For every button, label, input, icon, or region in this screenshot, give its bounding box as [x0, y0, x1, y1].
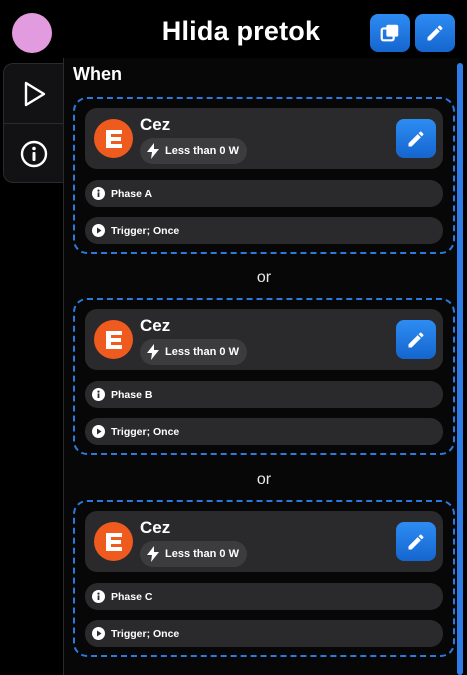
- play-icon: [92, 224, 105, 237]
- lightning-icon: [147, 344, 159, 360]
- condition-chip: Less than 0 W: [140, 541, 247, 567]
- lightning-icon: [147, 143, 159, 159]
- page-title: Hlida pretok: [161, 16, 321, 46]
- phase-label: Phase A: [111, 187, 153, 200]
- device-name: Cez: [140, 115, 171, 134]
- condition-text: Less than 0 W: [165, 548, 239, 560]
- pencil-icon: [408, 130, 424, 146]
- info-button[interactable]: [4, 123, 63, 183]
- or-separator: or: [256, 269, 272, 286]
- scrollbar-thumb[interactable]: [457, 63, 463, 675]
- condition-chip: Less than 0 W: [140, 138, 247, 164]
- trigger-label: Trigger; Once: [111, 224, 180, 237]
- edit-button[interactable]: [415, 14, 455, 52]
- avatar[interactable]: [12, 13, 52, 53]
- device-edit-button[interactable]: [396, 320, 436, 359]
- condition-chip: Less than 0 W: [140, 339, 247, 365]
- play-icon: [92, 425, 105, 438]
- info-icon: [92, 187, 105, 200]
- phase-row[interactable]: Phase C: [85, 583, 443, 610]
- lightning-icon: [147, 546, 159, 562]
- device-name: Cez: [140, 316, 171, 335]
- run-button[interactable]: [4, 64, 63, 123]
- info-icon: [92, 388, 105, 401]
- phase-label: Phase B: [111, 388, 153, 401]
- duplicate-icon: [380, 24, 399, 42]
- info-circle-icon: [20, 140, 47, 167]
- trigger-label: Trigger; Once: [111, 425, 180, 438]
- info-icon: [92, 590, 105, 603]
- condition-text: Less than 0 W: [165, 346, 239, 358]
- condition-group: Cez Less than 0 W Phase C Trigger; Once: [73, 500, 455, 657]
- trigger-row[interactable]: Trigger; Once: [85, 217, 443, 244]
- play-icon: [92, 627, 105, 640]
- cez-logo-icon: [94, 320, 133, 359]
- trigger-row[interactable]: Trigger; Once: [85, 418, 443, 445]
- play-outline-icon: [24, 81, 45, 106]
- condition-group: Cez Less than 0 W Phase A Trigger; Once: [73, 97, 455, 254]
- device-edit-button[interactable]: [396, 119, 436, 158]
- trigger-row[interactable]: Trigger; Once: [85, 620, 443, 647]
- section-title: When: [73, 64, 122, 84]
- duplicate-button[interactable]: [370, 14, 410, 52]
- device-card[interactable]: Cez Less than 0 W: [85, 309, 443, 370]
- device-card[interactable]: Cez Less than 0 W: [85, 511, 443, 572]
- condition-group: Cez Less than 0 W Phase B Trigger; Once: [73, 298, 455, 455]
- phase-row[interactable]: Phase A: [85, 180, 443, 207]
- pencil-icon: [408, 331, 424, 347]
- phase-row[interactable]: Phase B: [85, 381, 443, 408]
- trigger-label: Trigger; Once: [111, 627, 180, 640]
- condition-text: Less than 0 W: [165, 145, 239, 157]
- pencil-icon: [427, 25, 443, 41]
- device-card[interactable]: Cez Less than 0 W: [85, 108, 443, 169]
- sidebar: [3, 63, 63, 183]
- device-edit-button[interactable]: [396, 522, 436, 561]
- or-separator: or: [256, 471, 272, 488]
- cez-logo-icon: [94, 119, 133, 158]
- cez-logo-icon: [94, 522, 133, 561]
- pencil-icon: [408, 533, 424, 549]
- phase-label: Phase C: [111, 590, 153, 603]
- device-name: Cez: [140, 518, 171, 537]
